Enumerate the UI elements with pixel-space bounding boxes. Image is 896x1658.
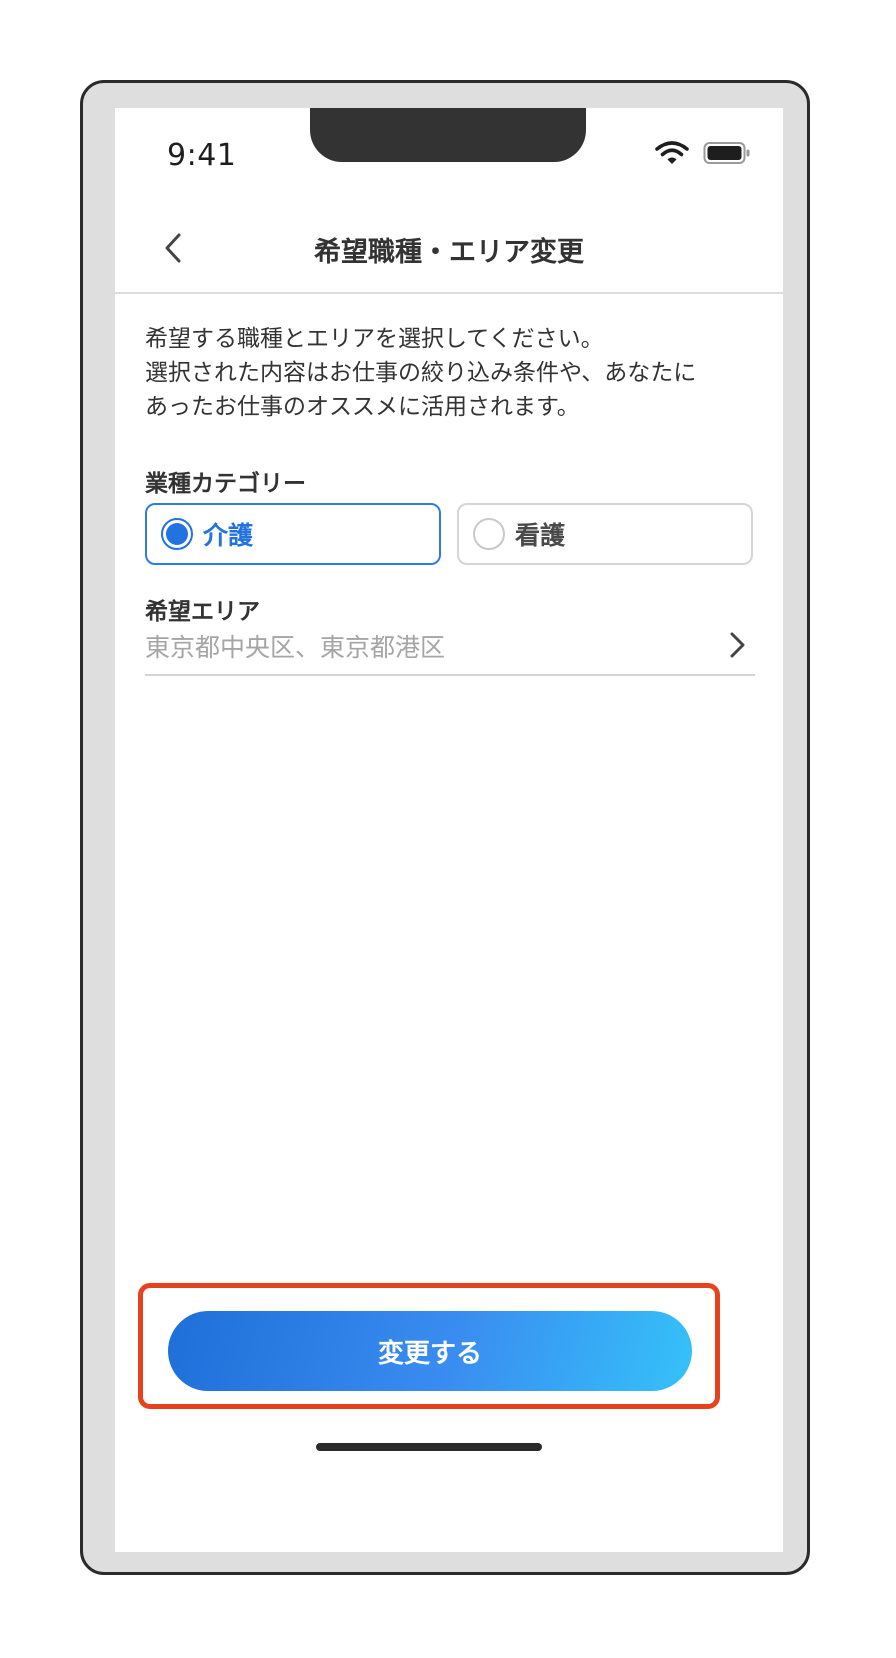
navigation-bar: 希望職種・エリア変更 (115, 204, 783, 294)
radio-unchecked-icon (473, 518, 505, 550)
battery-icon (703, 141, 751, 169)
description-line: 選択された内容はお仕事の絞り込み条件や、あなたに (145, 360, 697, 386)
category-option-label: 看護 (515, 521, 566, 550)
category-option-label: 介護 (203, 521, 254, 550)
category-option-kango[interactable]: 看護 (457, 503, 753, 565)
status-icons (655, 140, 751, 170)
wifi-icon (655, 140, 689, 170)
radio-checked-icon (161, 518, 193, 550)
home-indicator (316, 1443, 542, 1451)
chevron-right-icon (730, 632, 745, 658)
category-option-kaigo[interactable]: 介護 (145, 503, 441, 565)
description-text: 希望する職種とエリアを選択してください。 選択された内容はお仕事の絞り込み条件や… (145, 322, 755, 424)
description-line: あったお仕事のオススメに活用されます。 (145, 394, 580, 420)
phone-screen: 9:41 希望職種・エリア変更 希望する職種とエリアを選択してください。 選択さ… (115, 108, 783, 1552)
status-time: 9:41 (167, 138, 237, 173)
device-notch (310, 108, 586, 162)
category-label: 業種カテゴリー (145, 471, 306, 497)
area-selector[interactable]: 東京都中央区、東京都港区 (145, 618, 755, 676)
area-value: 東京都中央区、東京都港区 (145, 633, 446, 662)
page-title: 希望職種・エリア変更 (314, 237, 584, 268)
description-line: 希望する職種とエリアを選択してください。 (145, 326, 604, 352)
submit-button[interactable]: 変更する (168, 1311, 692, 1391)
